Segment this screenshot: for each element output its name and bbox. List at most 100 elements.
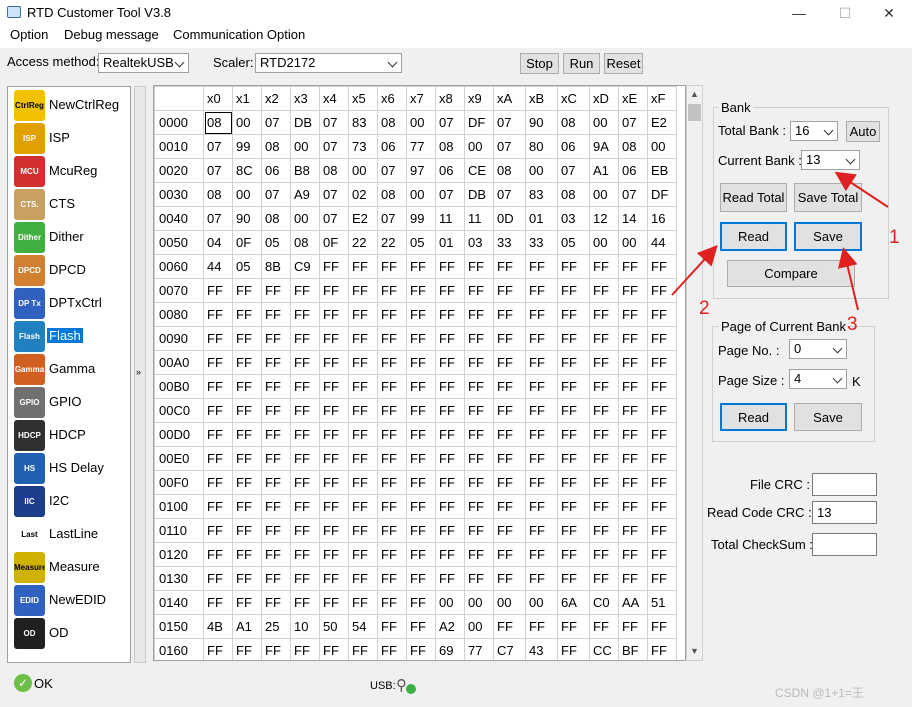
hex-cell[interactable]: 07 bbox=[261, 110, 291, 135]
hex-cell[interactable]: FF bbox=[618, 326, 648, 351]
hex-cell[interactable]: FF bbox=[261, 590, 291, 615]
hex-cell[interactable]: FF bbox=[319, 590, 349, 615]
hex-cell[interactable]: 07 bbox=[319, 110, 349, 135]
hex-cell[interactable]: FF bbox=[232, 494, 262, 519]
hex-cell[interactable]: FF bbox=[348, 566, 378, 591]
hex-cell[interactable]: FF bbox=[261, 326, 291, 351]
hex-cell[interactable]: FF bbox=[232, 446, 262, 471]
hex-cell[interactable]: FF bbox=[232, 422, 262, 447]
hex-cell[interactable]: FF bbox=[348, 590, 378, 615]
hex-cell[interactable]: FF bbox=[377, 254, 407, 279]
sidebar-item-gamma[interactable]: Gamma Gamma bbox=[12, 353, 130, 386]
hex-cell[interactable]: FF bbox=[647, 494, 677, 519]
hex-cell[interactable]: FF bbox=[203, 422, 233, 447]
hex-cell[interactable]: 6A bbox=[557, 590, 590, 615]
hex-cell[interactable]: DB bbox=[464, 182, 494, 207]
hex-cell[interactable]: C9 bbox=[290, 254, 320, 279]
hex-cell[interactable]: FF bbox=[348, 446, 378, 471]
hex-cell[interactable]: 08 bbox=[319, 158, 349, 183]
hex-cell[interactable]: FF bbox=[406, 278, 436, 303]
hex-cell[interactable]: FF bbox=[557, 638, 590, 660]
hex-cell[interactable]: FF bbox=[435, 446, 465, 471]
hex-cell[interactable]: 25 bbox=[261, 614, 291, 639]
hex-cell[interactable]: 0F bbox=[319, 230, 349, 255]
hex-cell[interactable]: FF bbox=[557, 422, 590, 447]
hex-cell[interactable]: FF bbox=[406, 374, 436, 399]
hex-cell[interactable]: FF bbox=[618, 278, 648, 303]
hex-cell[interactable]: FF bbox=[203, 638, 233, 660]
hex-cell[interactable]: FF bbox=[406, 518, 436, 543]
sidebar-item-isp[interactable]: ISP ISP bbox=[12, 122, 130, 155]
hex-cell[interactable]: E2 bbox=[647, 110, 677, 135]
hex-cell[interactable]: FF bbox=[319, 494, 349, 519]
hex-cell[interactable]: 50 bbox=[319, 614, 349, 639]
hex-cell[interactable]: FF bbox=[525, 470, 558, 495]
hex-cell[interactable]: 00 bbox=[493, 590, 526, 615]
hex-cell[interactable]: FF bbox=[493, 566, 526, 591]
hex-cell[interactable]: FF bbox=[261, 422, 291, 447]
hex-cell[interactable]: FF bbox=[435, 470, 465, 495]
hex-cell[interactable]: FF bbox=[557, 278, 590, 303]
hex-cell[interactable]: FF bbox=[377, 326, 407, 351]
sidebar-item-measure[interactable]: Measure Measure bbox=[12, 551, 130, 584]
hex-cell[interactable]: A2 bbox=[435, 614, 465, 639]
sidebar-item-mcureg[interactable]: MCU McuReg bbox=[12, 155, 130, 188]
hex-cell[interactable]: 00 bbox=[406, 110, 436, 135]
hex-cell[interactable]: FF bbox=[464, 422, 494, 447]
hex-cell[interactable]: FF bbox=[377, 302, 407, 327]
hex-cell[interactable]: FF bbox=[618, 254, 648, 279]
hex-cell[interactable]: 07 bbox=[618, 182, 648, 207]
hex-cell[interactable]: FF bbox=[232, 590, 262, 615]
hex-cell[interactable]: 06 bbox=[261, 158, 291, 183]
hex-cell[interactable]: FF bbox=[647, 374, 677, 399]
close-button[interactable]: ✕ bbox=[866, 0, 912, 26]
hex-cell[interactable]: FF bbox=[203, 374, 233, 399]
hex-cell[interactable]: FF bbox=[647, 446, 677, 471]
menu-debug-message[interactable]: Debug message bbox=[64, 27, 159, 42]
hex-cell[interactable]: 08 bbox=[203, 182, 233, 207]
hex-cell[interactable]: FF bbox=[525, 566, 558, 591]
hex-cell[interactable]: FF bbox=[319, 518, 349, 543]
hex-cell[interactable]: FF bbox=[319, 278, 349, 303]
hex-cell[interactable]: FF bbox=[557, 470, 590, 495]
hex-cell[interactable]: 00 bbox=[464, 134, 494, 159]
hex-cell[interactable]: 00 bbox=[406, 182, 436, 207]
hex-cell[interactable]: FF bbox=[232, 278, 262, 303]
hex-cell[interactable]: FF bbox=[557, 350, 590, 375]
hex-cell[interactable]: FF bbox=[435, 350, 465, 375]
hex-cell[interactable]: C7 bbox=[493, 638, 526, 660]
sidebar-item-newctrlreg[interactable]: CtrlReg NewCtrlReg bbox=[12, 89, 130, 122]
hex-cell[interactable]: 08 bbox=[203, 110, 233, 135]
hex-cell[interactable]: FF bbox=[525, 446, 558, 471]
hex-cell[interactable]: 08 bbox=[493, 158, 526, 183]
hex-cell[interactable]: FF bbox=[203, 518, 233, 543]
hex-cell[interactable]: 02 bbox=[348, 182, 378, 207]
hex-cell[interactable]: FF bbox=[377, 350, 407, 375]
hex-cell[interactable]: FF bbox=[377, 614, 407, 639]
sidebar-item-hs-delay[interactable]: HS Delay HS Delay bbox=[12, 452, 130, 485]
hex-cell[interactable]: 54 bbox=[348, 614, 378, 639]
hex-cell[interactable]: FF bbox=[290, 566, 320, 591]
hex-cell[interactable]: 00 bbox=[464, 590, 494, 615]
sidebar-item-flash[interactable]: Flash Flash bbox=[12, 320, 130, 353]
hex-cell[interactable]: FF bbox=[319, 566, 349, 591]
hex-cell[interactable]: 07 bbox=[203, 158, 233, 183]
hex-cell[interactable]: 01 bbox=[525, 206, 558, 231]
hex-cell[interactable]: FF bbox=[203, 326, 233, 351]
total-checksum-field[interactable] bbox=[812, 533, 877, 556]
hex-cell[interactable]: FF bbox=[464, 350, 494, 375]
hex-cell[interactable]: FF bbox=[377, 470, 407, 495]
hex-cell[interactable]: FF bbox=[261, 398, 291, 423]
hex-cell[interactable]: FF bbox=[232, 374, 262, 399]
hex-cell[interactable]: FF bbox=[319, 638, 349, 660]
hex-cell[interactable]: 00 bbox=[290, 206, 320, 231]
hex-cell[interactable]: 07 bbox=[493, 110, 526, 135]
hex-cell[interactable]: FF bbox=[589, 374, 619, 399]
hex-cell[interactable]: FF bbox=[203, 590, 233, 615]
hex-cell[interactable]: FF bbox=[319, 374, 349, 399]
sidebar-item-lastline[interactable]: Last Line LastLine bbox=[12, 518, 130, 551]
hex-cell[interactable]: 4B bbox=[203, 614, 233, 639]
hex-cell[interactable]: FF bbox=[406, 254, 436, 279]
hex-cell[interactable]: FF bbox=[261, 566, 291, 591]
hex-cell[interactable]: FF bbox=[232, 326, 262, 351]
